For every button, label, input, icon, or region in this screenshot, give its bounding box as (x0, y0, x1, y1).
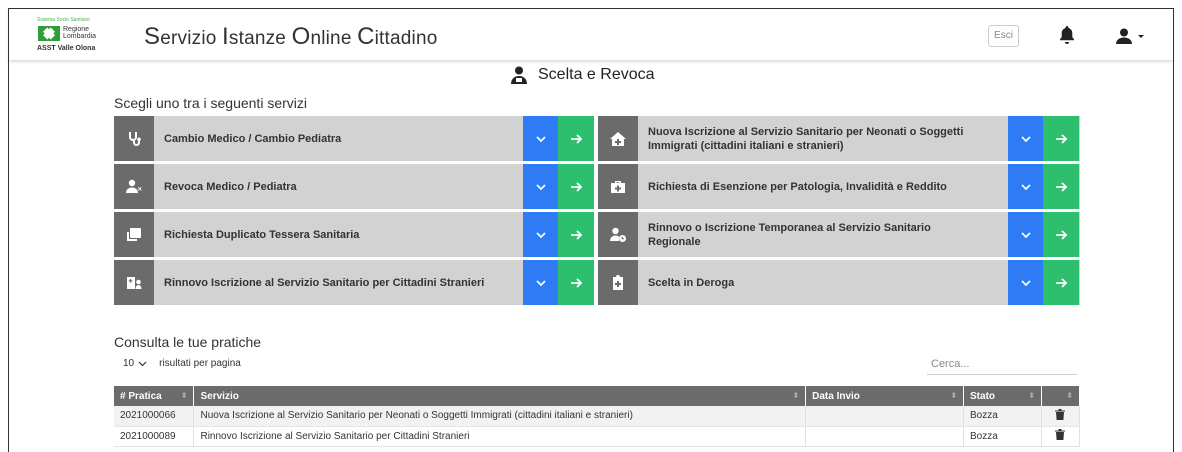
column-header-actions[interactable]: ⬍ (1041, 386, 1081, 406)
expand-button[interactable] (523, 116, 558, 161)
service-card: Revoca Medico / Pediatra (114, 164, 594, 209)
chevron-down-icon (1020, 183, 1031, 190)
medkit-icon (598, 164, 638, 209)
go-button[interactable] (558, 212, 594, 257)
chevron-down-icon (1020, 135, 1031, 142)
column-header-stato[interactable]: Stato ⬍ (963, 386, 1042, 406)
page-size-select[interactable]: 10 (123, 358, 147, 369)
cell-servizio: Nuova Iscrizione al Servizio Sanitario p… (193, 406, 807, 427)
go-button[interactable] (1043, 260, 1079, 305)
expand-button[interactable] (523, 260, 558, 305)
expand-button[interactable] (1008, 260, 1043, 305)
cell-stato: Bozza (963, 426, 1042, 447)
logo-region: Regione Lombardia (63, 26, 97, 40)
chevron-down-icon (535, 231, 546, 238)
service-label: Rinnovo Iscrizione al Servizio Sanitario… (164, 276, 485, 289)
cell-servizio: Rinnovo Iscrizione al Servizio Sanitario… (193, 426, 807, 447)
logo-line1: Sistema Socio Sanitario (37, 17, 91, 23)
search-input[interactable]: Cerca... (927, 355, 1077, 375)
logout-button[interactable]: Esci (988, 25, 1019, 47)
column-header-data-invio[interactable]: Data Invio ⬍ (805, 386, 965, 406)
user-remove-icon (114, 164, 154, 209)
cell-pratica: 2021000089 (114, 426, 195, 447)
user-menu-icon[interactable] (1116, 28, 1146, 44)
go-button[interactable] (558, 116, 594, 161)
cell-data-invio (805, 426, 965, 447)
chevron-down-icon (535, 183, 546, 190)
arrow-right-icon (1056, 133, 1068, 144)
page-title: Scelta e Revoca (510, 66, 655, 84)
service-label: Nuova Iscrizione al Servizio Sanitario p… (648, 125, 964, 152)
services-heading: Scegli uno tra i seguenti servizi (114, 95, 307, 111)
top-header: Sistema Socio Sanitario Regione Lombardi… (9, 9, 1173, 61)
service-label: Scelta in Deroga (648, 276, 735, 289)
cell-stato: Bozza (963, 406, 1042, 427)
service-card: Nuova Iscrizione al Servizio Sanitario p… (598, 116, 1080, 161)
expand-button[interactable] (1008, 116, 1043, 161)
arrow-right-icon (571, 229, 583, 240)
logo-asst: ASST Valle Olona (37, 45, 96, 52)
chevron-down-icon (138, 361, 147, 367)
expand-button[interactable] (523, 212, 558, 257)
service-label: Richiesta di Esenzione per Patologia, In… (648, 180, 947, 193)
delete-button[interactable] (1041, 406, 1081, 427)
user-clock-icon (598, 212, 638, 257)
service-card: Rinnovo Iscrizione al Servizio Sanitario… (114, 260, 594, 305)
arrow-right-icon (571, 133, 583, 144)
service-card: Richiesta Duplicato Tessera Sanitaria (114, 212, 594, 257)
service-label: Richiesta Duplicato Tessera Sanitaria (164, 228, 360, 241)
column-header-pratica[interactable]: # Pratica ⬍ (114, 386, 195, 406)
arrow-right-icon (571, 277, 583, 288)
go-button[interactable] (558, 260, 594, 305)
service-card: Scelta in Deroga (598, 260, 1080, 305)
arrow-right-icon (1056, 277, 1068, 288)
chevron-down-icon (535, 279, 546, 286)
arrow-right-icon (571, 181, 583, 192)
house-plus-icon (598, 116, 638, 161)
chevron-down-icon (1020, 231, 1031, 238)
chevron-down-icon (1020, 279, 1031, 286)
expand-button[interactable] (1008, 164, 1043, 209)
lombardia-flag-icon (38, 26, 60, 41)
column-header-servizio[interactable]: Servizio ⬍ (193, 386, 807, 406)
asst-logo[interactable]: Sistema Socio Sanitario Regione Lombardi… (37, 17, 107, 55)
table-row[interactable]: 2021000066 Nuova Iscrizione al Servizio … (114, 406, 1081, 427)
clipboard-plus-icon (598, 260, 638, 305)
expand-button[interactable] (523, 164, 558, 209)
go-button[interactable] (558, 164, 594, 209)
go-button[interactable] (1043, 116, 1079, 161)
go-button[interactable] (1043, 212, 1079, 257)
trash-icon (1055, 429, 1066, 440)
cell-pratica: 2021000066 (114, 406, 195, 427)
service-card: Richiesta di Esenzione per Patologia, In… (598, 164, 1080, 209)
chevron-down-icon (535, 135, 546, 142)
arrow-right-icon (1056, 229, 1068, 240)
expand-button[interactable] (1008, 212, 1043, 257)
page-size-control: 10 risultati per pagina (123, 358, 241, 369)
arrow-right-icon (1056, 181, 1068, 192)
trash-icon (1055, 408, 1066, 420)
stethoscope-icon (114, 116, 154, 161)
cell-data-invio (805, 406, 965, 427)
hospital-user-icon (114, 260, 154, 305)
app-title: Servizio Istanze Online Cittadino (144, 23, 438, 50)
delete-button[interactable] (1041, 426, 1081, 447)
service-card: Rinnovo o Iscrizione Temporanea al Servi… (598, 212, 1080, 257)
pratiche-table: # Pratica ⬍ Servizio ⬍ Data Invio ⬍ Stato ⬍ … (114, 386, 1081, 447)
clone-icon (114, 212, 154, 257)
service-card: Cambio Medico / Cambio Pediatra (114, 116, 594, 161)
doctor-user-icon (511, 66, 527, 84)
table-row[interactable]: 2021000089 Rinnovo Iscrizione al Servizi… (114, 426, 1081, 447)
go-button[interactable] (1043, 164, 1079, 209)
page-size-label: risultati per pagina (159, 358, 241, 369)
service-label: Cambio Medico / Cambio Pediatra (164, 132, 342, 145)
bell-icon[interactable] (1059, 26, 1075, 44)
service-label: Rinnovo o Iscrizione Temporanea al Servi… (648, 221, 931, 248)
service-label: Revoca Medico / Pediatra (164, 180, 297, 193)
consulta-heading: Consulta le tue pratiche (114, 334, 262, 350)
